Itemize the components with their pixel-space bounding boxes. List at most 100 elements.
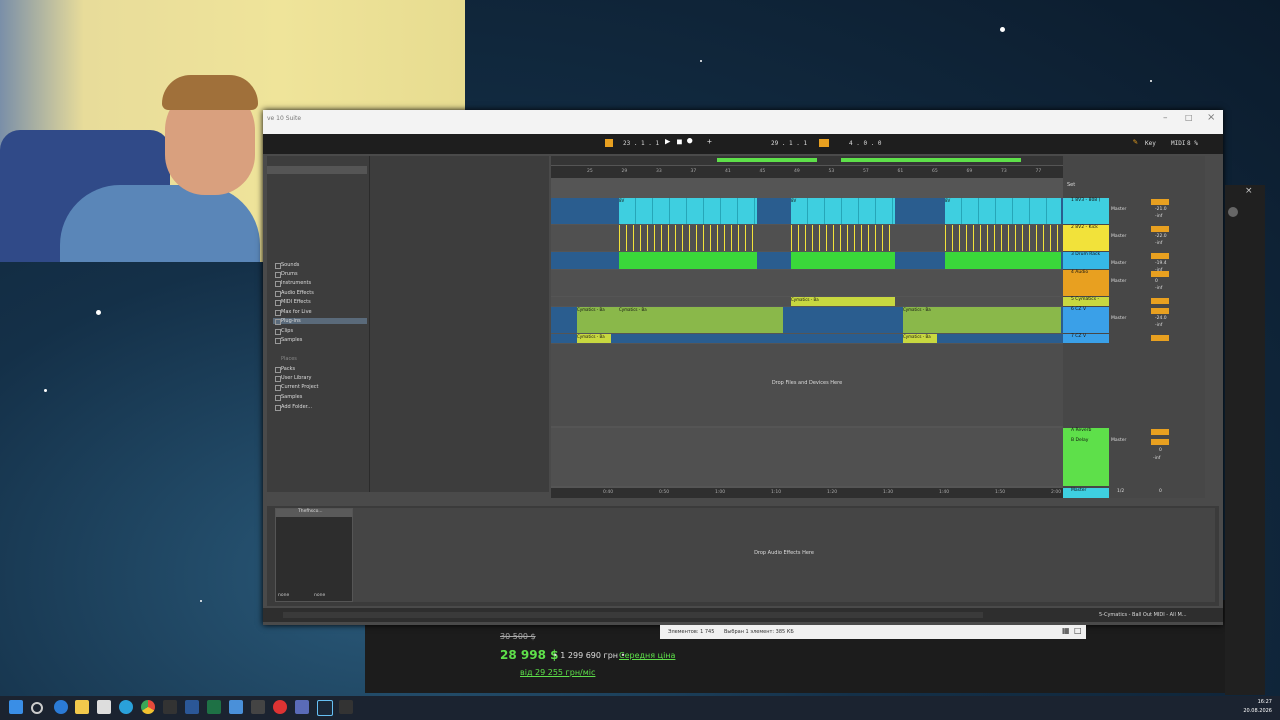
return-a-activator[interactable] [1151,429,1169,435]
search-icon[interactable] [31,702,43,714]
telegram-icon[interactable] [119,700,133,714]
midi-notes[interactable] [791,225,895,251]
track-header[interactable]: 6 CZ V [1063,307,1109,333]
track-activator[interactable] [1151,335,1169,341]
lane-cz-v-6[interactable]: Cymatics - Ba Cymatics - Ba Cymatics - B… [551,307,1063,333]
browser-item-samples[interactable]: Samples [275,337,302,344]
audio-clip[interactable]: Cymatics - Ba [903,307,1061,333]
tiles-view-icon[interactable]: □ [1074,626,1082,635]
lane-cz-v-7[interactable]: Cymatics - Ba Cymatics - Ba [551,334,1063,343]
browser-item-instruments[interactable]: Instruments [275,280,311,287]
effects-drop-zone[interactable]: Drop Audio Effects Here [353,508,1215,602]
loop-start[interactable]: 29 . 1 . 1 [771,140,807,147]
close-icon[interactable]: × [1245,186,1253,196]
midi-notes[interactable] [945,225,1061,251]
minimize-icon[interactable]: – [1163,113,1168,123]
browser-item-clips[interactable]: Clips [275,328,293,335]
clip-box-select-a[interactable]: none [278,593,289,598]
track-routing[interactable]: Master [1111,279,1126,284]
track-header[interactable]: 3 Drum Rack [1063,252,1109,269]
browser-item-sounds[interactable]: Sounds [275,262,299,269]
chrome-icon[interactable] [141,700,155,714]
monthly-payment-link[interactable]: від 29 255 грн/міс [520,668,595,677]
audio-clip[interactable]: Cymatics - Ba [577,334,611,343]
loop-length[interactable]: 4 . 0 . 0 [849,140,882,147]
lane-kick[interactable] [551,225,1063,251]
loop-toggle-icon[interactable] [819,139,829,147]
browser-item-max-for-live[interactable]: Max for Live [275,309,312,316]
discord-icon[interactable] [295,700,309,714]
track-volume[interactable]: -21.0 [1155,207,1167,212]
browser-search[interactable] [267,166,367,174]
browser-item-plugins[interactable]: Plug-ins [273,318,367,325]
lane-audio[interactable] [551,270,1063,296]
track-volume[interactable]: -24.0 [1155,316,1167,321]
track-volume[interactable]: -22.0 [1155,234,1167,239]
drop-zone[interactable]: Drop Files and Devices Here [551,344,1063,426]
overview-strip[interactable] [551,156,1063,165]
maximize-icon[interactable]: □ [1185,113,1193,122]
return-b-activator[interactable] [1151,439,1169,445]
recorder-icon[interactable] [273,700,287,714]
track-activator[interactable] [1151,199,1169,205]
track-activator[interactable] [1151,271,1169,277]
place-user-library[interactable]: User Library [275,375,311,382]
start-icon[interactable] [9,700,23,714]
close-icon[interactable]: × [1207,112,1215,123]
place-packs[interactable]: Packs [275,366,295,373]
record-icon[interactable]: ● [687,136,692,146]
clip-box-select-b[interactable]: none [314,593,325,598]
return-b-routing[interactable]: Master [1111,438,1126,443]
place-add-folder[interactable]: Add Folder... [275,404,312,411]
details-view-icon[interactable]: ▦ [1062,626,1070,635]
master-volume[interactable]: 0 [1159,489,1162,494]
clip-box[interactable]: Thefhsco... none none [275,508,353,602]
ableton-icon[interactable] [163,700,177,714]
app-icon[interactable] [251,700,265,714]
steam-icon[interactable] [317,700,333,716]
song-position[interactable]: 23 . 1 . 1 [623,140,659,147]
track-volume[interactable]: -19.4 [1155,261,1167,266]
pencil-icon[interactable]: ✎ [1133,137,1138,146]
track-routing[interactable]: Master [1111,234,1126,239]
place-samples[interactable]: Samples [275,394,302,401]
audio-clip[interactable]: Cymatics - Ba [577,307,619,333]
track-header[interactable]: 2 8V2 - Kick [1063,225,1109,251]
track-routing[interactable]: Master [1111,316,1126,321]
store-icon[interactable] [97,700,111,714]
track-activator[interactable] [1151,253,1169,259]
edge-icon[interactable] [54,700,68,714]
key-map-button[interactable]: Key [1145,140,1156,147]
midi-map-button[interactable]: MIDI [1171,140,1185,147]
track-activator[interactable] [1151,298,1169,304]
audio-clip[interactable]: Cymatics - Ba [791,297,895,306]
return-track-a[interactable]: A Reverb [1063,428,1109,438]
return-lanes[interactable] [551,428,1063,486]
notepad-icon[interactable] [229,700,243,714]
ableton-live-icon[interactable] [339,700,353,714]
drum-clip[interactable] [619,252,757,269]
midi-clip[interactable]: 8V [619,198,757,224]
browser-item-audio-effects[interactable]: Audio Effects [275,290,314,297]
track-header[interactable]: 7 CZ V [1063,334,1109,343]
track-routing[interactable]: Master [1111,207,1126,212]
track-header[interactable]: 4 Audio [1063,270,1109,296]
time-ruler[interactable]: 0:40 0:50 1:00 1:10 1:20 1:30 1:40 1:50 2:00 [551,488,1063,498]
file-explorer-icon[interactable] [75,700,89,714]
midi-notes[interactable] [619,225,757,251]
master-quantize[interactable]: 1/2 [1117,489,1124,494]
return-b-volume[interactable]: 0 [1159,448,1162,453]
play-icon[interactable]: ▶ [665,137,670,147]
avg-price-link[interactable]: Середня ціна [619,651,675,660]
lane-808[interactable]: 8V 8V 8V [551,198,1063,224]
browser-item-midi-effects[interactable]: MIDI Effects [275,299,311,306]
place-current-project[interactable]: Current Project [275,384,318,391]
midi-clip[interactable]: 8V [791,198,895,224]
lane-cymatics[interactable]: Cymatics - Ba [551,297,1063,306]
track-header[interactable]: 1 8V3 - 808 ( [1063,198,1109,224]
track-volume[interactable]: 0 [1155,279,1158,284]
audio-clip[interactable]: Cymatics - Ba [619,307,783,333]
drum-clip[interactable] [945,252,1061,269]
lane-drum-rack[interactable] [551,252,1063,269]
track-activator[interactable] [1151,226,1169,232]
